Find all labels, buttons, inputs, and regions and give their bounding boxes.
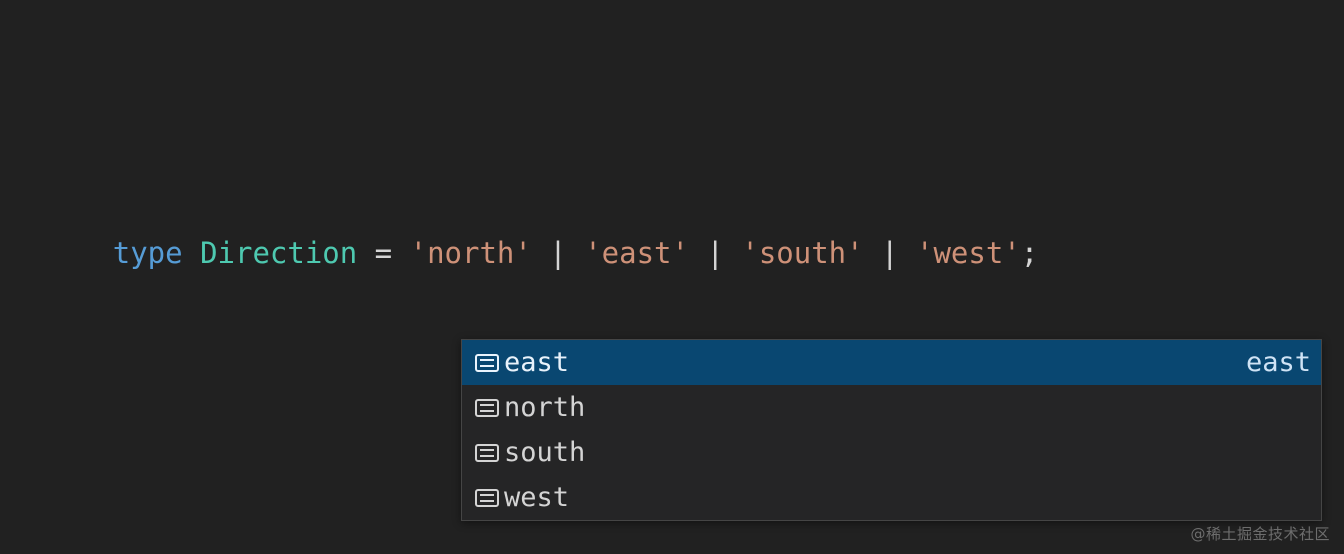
token-type-direction: Direction — [200, 236, 358, 270]
token-equals: = — [357, 236, 410, 270]
token-keyword-type: type — [112, 236, 183, 270]
suggest-item-west[interactable]: west — [462, 475, 1321, 520]
enum-member-icon — [470, 385, 504, 430]
watermark: @稀土掘金技术社区 — [1190, 525, 1330, 543]
token-union-3: | — [863, 236, 916, 270]
enum-member-icon — [470, 340, 504, 385]
suggest-widget[interactable]: east east north south west — [461, 339, 1322, 521]
suggest-item-label: south — [504, 437, 586, 468]
token-union-2: | — [688, 236, 742, 270]
enum-member-icon — [470, 475, 504, 520]
suggest-item-label: east — [504, 347, 570, 378]
suggest-item-label: north — [504, 392, 586, 423]
suggest-item-north[interactable]: north — [462, 385, 1321, 430]
code-line-type-direction[interactable]: type Direction = 'north' | 'east' | 'sou… — [0, 184, 1344, 270]
token-string-west: 'west' — [915, 236, 1021, 270]
enum-member-icon — [470, 430, 504, 475]
token-string-east: 'east' — [584, 236, 689, 270]
token-semicolon-1: ; — [1020, 236, 1039, 270]
suggest-item-east[interactable]: east east — [462, 340, 1321, 385]
token-space-1 — [183, 236, 200, 270]
suggest-item-label: west — [504, 482, 570, 513]
code-editor-screenshot: type Direction = 'north' | 'east' | 'sou… — [0, 0, 1344, 554]
token-union-1: | — [531, 236, 585, 270]
suggest-item-south[interactable]: south — [462, 430, 1321, 475]
suggest-item-detail: east — [1245, 347, 1311, 378]
token-string-north: 'north' — [409, 236, 532, 270]
token-string-south: 'south' — [741, 236, 864, 270]
